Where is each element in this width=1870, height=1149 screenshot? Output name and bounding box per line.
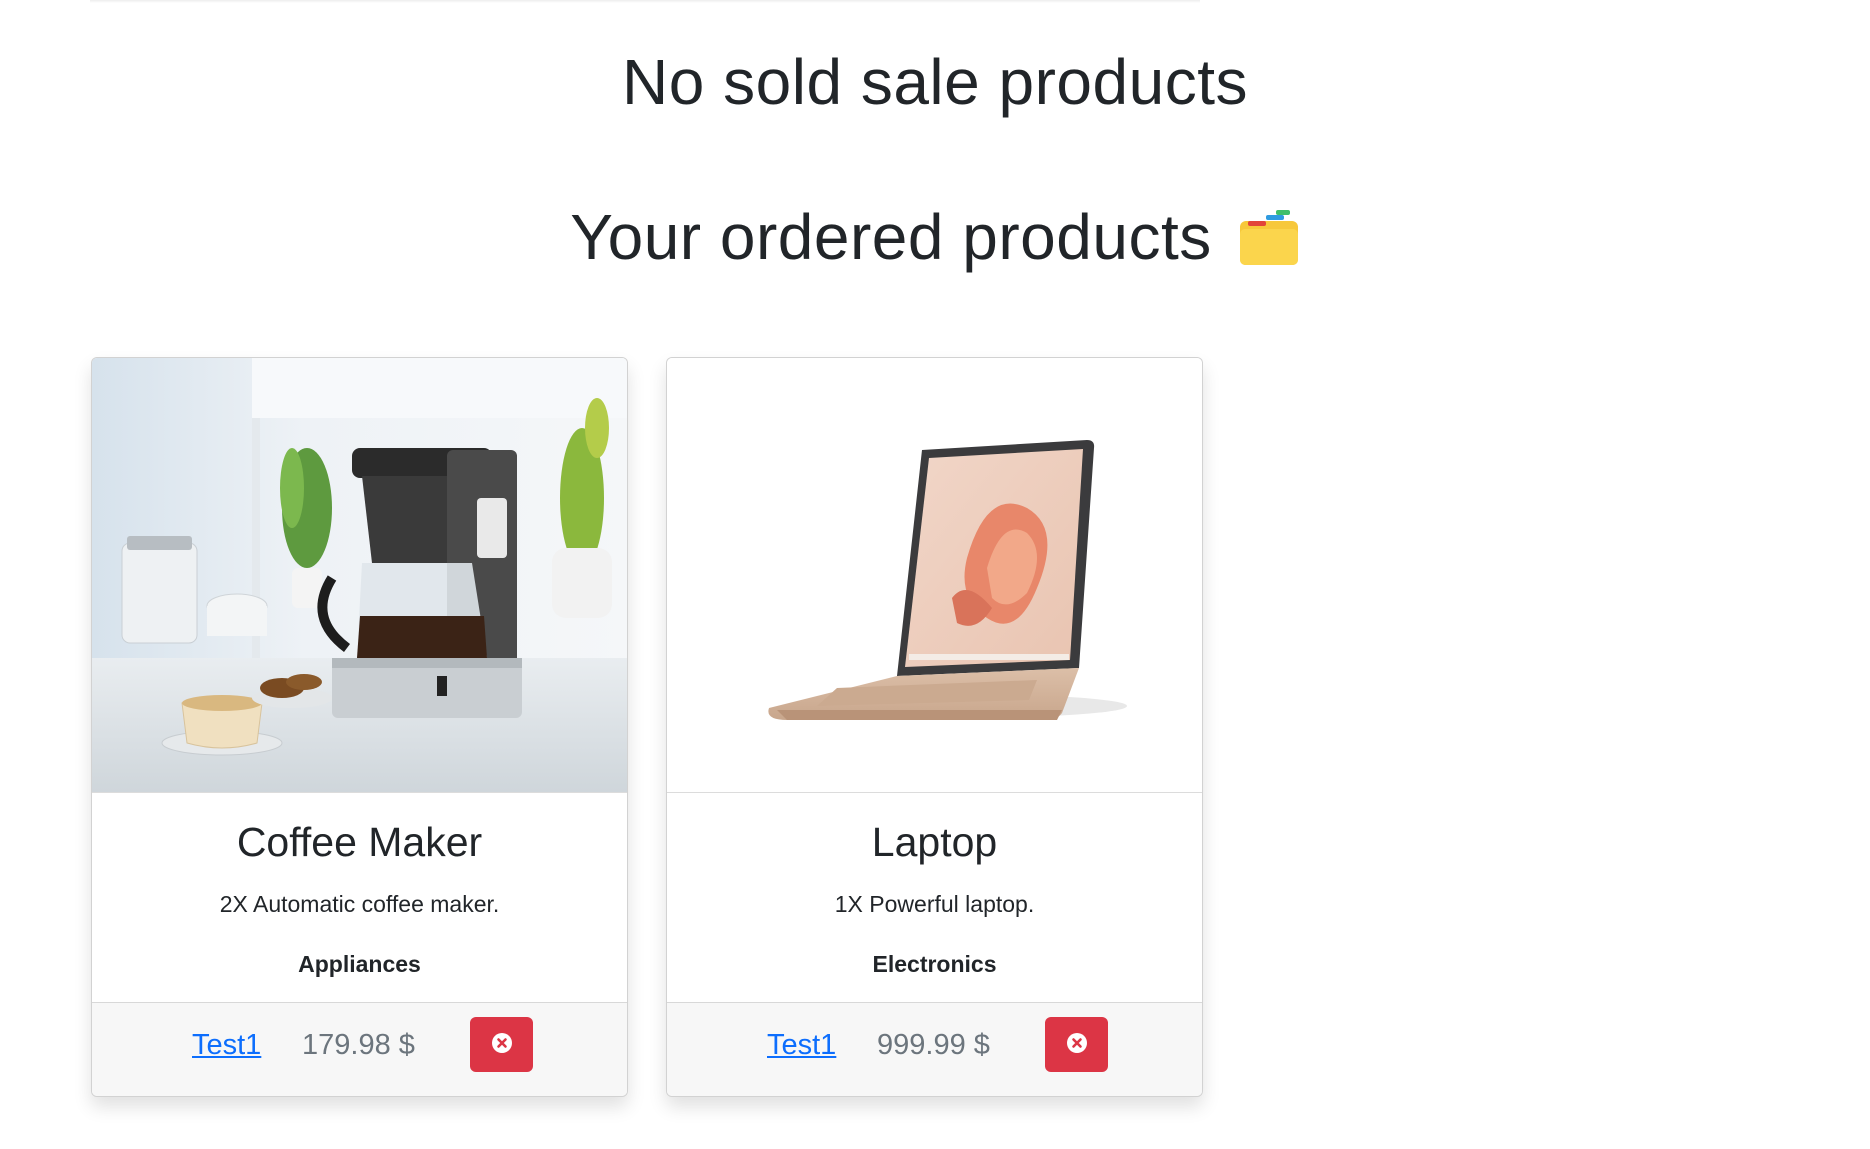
- ordered-products-list: Coffee Maker 2X Automatic coffee maker. …: [91, 357, 1203, 1097]
- remove-order-button[interactable]: [470, 1017, 533, 1072]
- product-title: Coffee Maker: [236, 819, 483, 865]
- product-image: [92, 358, 627, 793]
- card-index-dividers-icon: [1238, 208, 1300, 266]
- card-body: Coffee Maker 2X Automatic coffee maker. …: [92, 793, 627, 1001]
- card-footer: Test1 999.99 $: [667, 1002, 1202, 1096]
- x-circle-icon: [1065, 1031, 1089, 1058]
- product-card: Laptop 1X Powerful laptop. Electronics T…: [666, 357, 1203, 1097]
- product-price: 179.98 $: [302, 1029, 415, 1061]
- ordered-products-heading: Your ordered products: [0, 200, 1870, 274]
- laptop-image: [667, 358, 1202, 792]
- ordered-products-title: Your ordered products: [570, 201, 1212, 273]
- product-description: 1X Powerful laptop.: [834, 891, 1035, 917]
- product-category: Appliances: [298, 951, 421, 977]
- x-circle-icon: [490, 1031, 514, 1058]
- product-card: Coffee Maker 2X Automatic coffee maker. …: [91, 357, 628, 1097]
- product-category: Electronics: [872, 951, 997, 977]
- owner-link[interactable]: Test1: [192, 1029, 261, 1062]
- product-title: Laptop: [871, 819, 998, 865]
- sold-products-title: No sold sale products: [622, 46, 1248, 118]
- product-price: 999.99 $: [877, 1029, 990, 1061]
- top-divider: [90, 0, 1200, 3]
- card-footer: Test1 179.98 $: [92, 1002, 627, 1096]
- card-body: Laptop 1X Powerful laptop. Electronics: [667, 793, 1202, 1001]
- product-image: [667, 358, 1202, 793]
- owner-link[interactable]: Test1: [767, 1029, 836, 1062]
- coffee-maker-image: [92, 358, 627, 792]
- product-description: 2X Automatic coffee maker.: [219, 891, 500, 917]
- remove-order-button[interactable]: [1045, 1017, 1108, 1072]
